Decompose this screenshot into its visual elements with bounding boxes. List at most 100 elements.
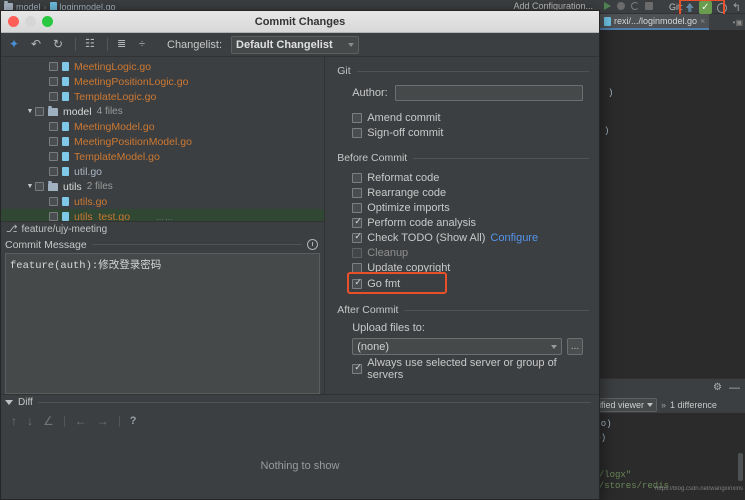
before-commit-option-row[interactable]: Reformat code xyxy=(352,170,589,185)
tree-file-row[interactable]: MeetingLogic.go xyxy=(1,59,324,74)
changelist-value: Default Changelist xyxy=(236,39,333,51)
go-fmt-checkbox[interactable] xyxy=(352,279,362,289)
chevron-down-icon xyxy=(551,345,557,349)
commit-message-label: Commit Message xyxy=(5,239,87,251)
before-commit-option-row[interactable]: Cleanup xyxy=(352,245,589,260)
before-commit-checkbox[interactable] xyxy=(352,233,362,243)
close-icon[interactable]: × xyxy=(700,16,705,26)
refresh-icon[interactable]: ↻ xyxy=(53,38,66,51)
debug-icon[interactable] xyxy=(617,2,625,10)
collapse-all-icon[interactable]: ÷ xyxy=(139,38,152,51)
always-use-server-checkbox[interactable] xyxy=(352,364,362,374)
branch-name: feature/ujy-meeting xyxy=(22,224,108,235)
before-commit-checkbox[interactable] xyxy=(352,203,362,213)
tree-row-checkbox[interactable] xyxy=(49,197,58,206)
before-commit-checkbox[interactable] xyxy=(352,263,362,273)
splitter-grip[interactable]: ⋯⋯ xyxy=(156,215,174,221)
go-file-icon xyxy=(604,17,611,26)
after-commit-header: After Commit xyxy=(337,304,589,316)
tree-row-checkbox[interactable] xyxy=(49,152,58,161)
directory-file-count: 2 files xyxy=(87,181,113,192)
tree-file-row[interactable]: utils.go xyxy=(1,194,324,209)
expand-all-icon[interactable]: ≣ xyxy=(117,38,130,51)
diff-scrollbar[interactable] xyxy=(738,453,743,481)
tree-row-checkbox[interactable] xyxy=(49,92,58,101)
previous-difference-icon[interactable]: ↑ xyxy=(11,414,17,428)
always-use-server-row[interactable]: Always use selected server or group of s… xyxy=(352,361,589,376)
tree-row-checkbox[interactable] xyxy=(35,182,44,191)
commit-message-input[interactable]: feature(auth):修改登录密码 xyxy=(5,253,320,394)
tree-file-row[interactable]: TemplateModel.go xyxy=(1,149,324,164)
next-difference-icon[interactable]: » xyxy=(661,400,666,410)
run-icon[interactable] xyxy=(604,2,611,10)
expand-triangle-icon[interactable]: ▼ xyxy=(25,183,35,190)
viewer-mode-select[interactable]: nified viewer xyxy=(590,398,657,412)
tab-list-icon[interactable]: •▣ xyxy=(733,18,745,27)
before-commit-option-row[interactable]: Check TODO (Show All)Configure xyxy=(352,230,589,245)
signoff-commit-row[interactable]: Sign-off commit xyxy=(352,125,589,140)
tree-row-checkbox[interactable] xyxy=(49,122,58,131)
stop-icon[interactable] xyxy=(645,2,653,10)
next-difference-icon[interactable]: ↓ xyxy=(27,414,33,428)
before-commit-checkbox[interactable] xyxy=(352,188,362,198)
editor-tab-loginmodel[interactable]: rexi/.../loginmodel.go × xyxy=(600,14,709,30)
history-icon[interactable] xyxy=(717,3,727,13)
tree-row-checkbox[interactable] xyxy=(35,107,44,116)
tree-file-row[interactable]: util.go xyxy=(1,164,324,179)
tree-row-checkbox[interactable] xyxy=(49,137,58,146)
before-commit-checkbox[interactable] xyxy=(352,218,362,228)
gear-icon[interactable]: ⚙ xyxy=(713,382,722,393)
configure-link[interactable]: Configure xyxy=(490,232,538,244)
editor-area[interactable]: ) ) xyxy=(600,30,745,380)
before-commit-option-row[interactable]: Perform code analysis xyxy=(352,215,589,230)
before-commit-checkbox[interactable] xyxy=(352,248,362,258)
rollback-icon[interactable]: ↶ xyxy=(31,38,44,51)
history-clock-icon[interactable] xyxy=(307,239,318,250)
minimize-icon[interactable]: — xyxy=(729,382,740,394)
diff-content-area[interactable]: .go) go) re/logx" re/stores/redis https:… xyxy=(588,413,745,500)
divider xyxy=(413,158,589,159)
before-commit-option-row[interactable]: Optimize imports xyxy=(352,200,589,215)
update-project-icon[interactable] xyxy=(686,3,694,12)
changed-files-tree[interactable]: MeetingLogic.goMeetingPositionLogic.goTe… xyxy=(1,57,324,221)
accept-right-icon[interactable]: → xyxy=(97,414,109,428)
tree-row-checkbox[interactable] xyxy=(49,77,58,86)
amend-commit-checkbox[interactable] xyxy=(352,113,362,123)
before-commit-option-row[interactable]: Rearrange code xyxy=(352,185,589,200)
commit-check-icon[interactable]: ✓ xyxy=(699,1,712,14)
git-toolbar-label: Git: xyxy=(669,2,683,12)
author-input[interactable] xyxy=(395,85,583,101)
group-by-icon[interactable]: ☷ xyxy=(85,38,98,51)
before-commit-option-row[interactable]: Update copyright xyxy=(352,260,589,275)
tree-file-row[interactable]: MeetingPositionModel.go xyxy=(1,134,324,149)
watermark: https://blog.csdn.net/wangxinxins xyxy=(655,486,743,492)
rerun-icon[interactable] xyxy=(631,2,639,10)
tree-file-row[interactable]: MeetingPositionLogic.go xyxy=(1,74,324,89)
amend-commit-label: Amend commit xyxy=(367,112,440,124)
help-icon[interactable]: ? xyxy=(130,415,137,427)
show-diff-icon[interactable]: ✦ xyxy=(9,38,22,51)
tree-file-row[interactable]: MeetingModel.go xyxy=(1,119,324,134)
go-fmt-wrapper: Go fmt xyxy=(337,276,589,291)
diff-section-header[interactable]: Diff xyxy=(1,395,599,409)
browse-servers-button[interactable]: ... xyxy=(567,338,583,355)
upload-target-select[interactable]: (none) xyxy=(352,338,562,355)
divider xyxy=(38,402,591,403)
tree-directory-row[interactable]: ▼utils2 files xyxy=(1,179,324,194)
tree-directory-row[interactable]: ▼model4 files xyxy=(1,104,324,119)
revert-icon[interactable]: ↰ xyxy=(732,1,741,14)
signoff-commit-checkbox[interactable] xyxy=(352,128,362,138)
accept-left-icon[interactable]: ← xyxy=(75,414,87,428)
tree-row-checkbox[interactable] xyxy=(49,167,58,176)
collapse-triangle-icon[interactable] xyxy=(5,400,13,405)
tree-file-row[interactable]: TemplateLogic.go xyxy=(1,89,324,104)
go-fmt-row[interactable]: Go fmt xyxy=(352,276,589,291)
editor-tabstrip: rexi/.../loginmodel.go × •▣ xyxy=(600,14,745,30)
compare-icon[interactable]: ∠ xyxy=(43,414,54,428)
tree-row-checkbox[interactable] xyxy=(49,62,58,71)
amend-commit-row[interactable]: Amend commit xyxy=(352,110,589,125)
changelist-select[interactable]: Default Changelist xyxy=(231,36,359,54)
tree-row-checkbox[interactable] xyxy=(49,212,58,221)
before-commit-checkbox[interactable] xyxy=(352,173,362,183)
expand-triangle-icon[interactable]: ▼ xyxy=(25,108,35,115)
